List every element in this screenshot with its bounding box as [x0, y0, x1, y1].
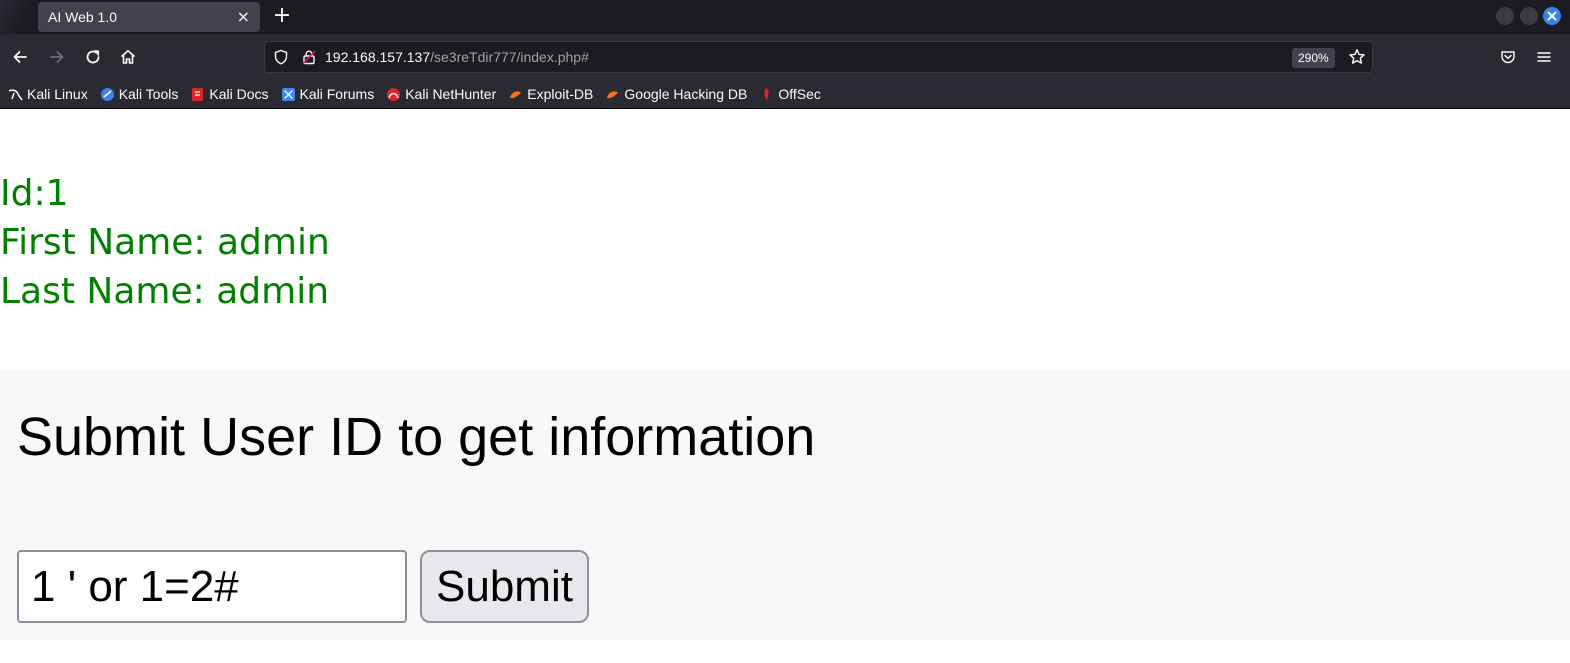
window-close-button[interactable] — [1543, 7, 1561, 25]
url-path: /se3reTdir777/index.php# — [430, 49, 589, 65]
bookmark-label: Kali NetHunter — [405, 86, 497, 102]
bookmark-label: OffSec — [778, 86, 821, 102]
tracking-protection-shield[interactable] — [269, 45, 293, 69]
shield-icon — [274, 49, 288, 65]
kali-docs-icon — [190, 87, 205, 102]
user-id-input[interactable] — [17, 550, 407, 623]
user-id-form: Submit User ID to get information Submit — [0, 370, 1570, 640]
bookmark-kali-forums[interactable]: Kali Forums — [281, 86, 375, 102]
kali-tools-icon — [100, 87, 115, 102]
hamburger-menu-icon — [1537, 52, 1551, 62]
url-bar[interactable]: 192.168.157.137/se3reTdir777/index.php# … — [264, 41, 1373, 73]
back-button[interactable] — [8, 45, 32, 69]
bookmarks-toolbar: Kali Linux Kali Tools Kali Docs Kali For… — [0, 80, 1570, 109]
result-id: Id:1 — [0, 173, 69, 214]
bookmark-label: Exploit-DB — [527, 86, 594, 102]
tab-strip: AI Web 1.0 × + — [0, 0, 1570, 34]
pocket-icon — [1501, 51, 1515, 64]
bookmark-kali-nethunter[interactable]: Kali NetHunter — [386, 86, 496, 102]
bookmark-kali-tools[interactable]: Kali Tools — [100, 86, 179, 102]
home-icon — [120, 50, 136, 64]
forward-button[interactable] — [45, 45, 69, 69]
result-last-name: Last Name: admin — [0, 271, 330, 312]
ghdb-icon — [605, 87, 620, 102]
bookmark-exploit-db[interactable]: Exploit-DB — [508, 86, 593, 102]
offsec-icon — [759, 87, 774, 102]
tab-strip-decoration — [0, 0, 38, 34]
bookmark-label: Kali Linux — [27, 86, 88, 102]
tab-close-icon[interactable]: × — [237, 9, 250, 25]
app-menu-button[interactable] — [1532, 45, 1556, 69]
submit-button[interactable]: Submit — [420, 550, 589, 623]
bookmark-label: Kali Forums — [299, 86, 375, 102]
insecure-lock-icon — [302, 50, 316, 65]
url-host: 192.168.157.137 — [325, 49, 431, 65]
kali-nethunter-icon — [386, 87, 401, 102]
form-heading: Submit User ID to get information — [17, 407, 816, 467]
bookmark-label: Kali Docs — [209, 86, 269, 102]
result-first-name: First Name: admin — [0, 222, 330, 263]
window-maximize-button[interactable] — [1520, 7, 1538, 25]
site-info-button[interactable] — [297, 45, 321, 69]
query-result: Id:1 First Name: admin Last Name: admin — [0, 169, 330, 316]
bookmark-label: Kali Tools — [118, 86, 179, 102]
page-content: Id:1 First Name: admin Last Name: admin … — [0, 110, 1570, 663]
close-icon — [1547, 11, 1557, 21]
pocket-button[interactable] — [1496, 45, 1520, 69]
star-icon — [1349, 49, 1365, 64]
bookmark-kali-linux[interactable]: Kali Linux — [8, 86, 88, 102]
kali-dragon-icon — [8, 87, 23, 102]
back-arrow-icon — [13, 51, 27, 63]
reload-icon — [86, 50, 100, 64]
exploit-db-icon — [508, 87, 523, 102]
bookmark-label: Google Hacking DB — [624, 86, 748, 102]
navigation-toolbar: 192.168.157.137/se3reTdir777/index.php# … — [0, 34, 1570, 80]
kali-forums-icon — [281, 87, 296, 102]
browser-tab[interactable]: AI Web 1.0 × — [38, 2, 260, 32]
forward-arrow-icon — [50, 51, 64, 63]
home-button[interactable] — [116, 45, 140, 69]
bookmark-star-button[interactable] — [1345, 45, 1369, 69]
bookmark-google-hacking-db[interactable]: Google Hacking DB — [605, 86, 747, 102]
bookmark-kali-docs[interactable]: Kali Docs — [190, 86, 269, 102]
bookmark-offsec[interactable]: OffSec — [759, 86, 821, 102]
tab-title: AI Web 1.0 — [48, 9, 118, 25]
window-minimize-button[interactable] — [1496, 7, 1514, 25]
new-tab-button[interactable]: + — [268, 3, 296, 31]
reload-button[interactable] — [81, 45, 105, 69]
url-text[interactable]: 192.168.157.137/se3reTdir777/index.php# — [325, 49, 589, 65]
zoom-level-button[interactable]: 290% — [1292, 48, 1335, 68]
